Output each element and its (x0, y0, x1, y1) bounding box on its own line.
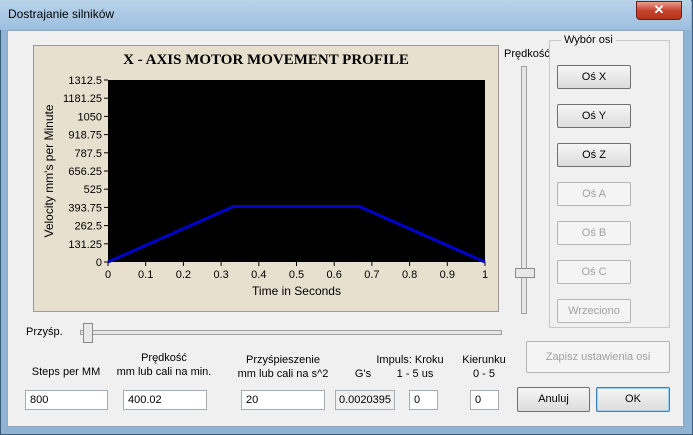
axis-z-button[interactable]: Oś Z (557, 143, 631, 167)
y-tick-label: 0 (96, 257, 102, 269)
direction-range-label: 0 - 5 (472, 368, 495, 380)
accel-unit-label: mm lub cali na s^2 (237, 368, 329, 380)
x-tick-label: 0.4 (251, 269, 266, 281)
y-tick-label: 262.5 (74, 221, 102, 233)
y-tick-label: 1181.25 (63, 93, 102, 105)
y-tick-label: 1312.5 (68, 75, 102, 87)
x-tick-label: 0.7 (364, 269, 379, 281)
motor-profile-chart: 1312.5 1181.25 1050 918.75 787.5 656.25 525 393… (42, 75, 488, 298)
pulse-range-label: 1 - 5 us (396, 368, 434, 380)
y-axis-label: Velocity mm's per Minute (42, 104, 56, 237)
accel-label: Przyśpieszenie (246, 354, 320, 366)
direction-input[interactable]: 0 (470, 390, 499, 410)
y-tick-label: 393.75 (68, 202, 102, 214)
x-tick-label: 0.3 (213, 269, 228, 281)
steps-label: Steps per MM (31, 366, 101, 378)
cancel-button[interactable]: Anuluj (517, 387, 590, 412)
window-title: Dostrajanie silników (8, 7, 115, 21)
pulse-input[interactable]: 0 (409, 390, 438, 410)
gs-value-field: 0.0020395 (335, 390, 395, 410)
x-tick-label: 0.5 (289, 269, 304, 281)
pulse-label: Impuls: Kroku (376, 354, 444, 366)
y-tick-label: 525 (84, 184, 102, 196)
acceleration-input[interactable]: 20 (241, 390, 325, 410)
gs-label: G's (354, 368, 372, 380)
velocity-unit-label: mm lub cali na min. (116, 366, 212, 378)
axis-c-button[interactable]: Oś C (557, 260, 631, 284)
x-tick-label: 0.2 (176, 269, 191, 281)
ok-button[interactable]: OK (596, 387, 670, 412)
direction-label: Kierunku (462, 354, 506, 366)
velocity-label: Prędkość (141, 352, 187, 364)
accel-slider-label: Przyśp. (26, 326, 63, 338)
axis-b-button[interactable]: Oś B (557, 221, 631, 245)
y-tick-label: 131.25 (68, 239, 102, 251)
y-tick-label: 787.5 (74, 148, 102, 160)
axis-y-button[interactable]: Oś Y (557, 104, 631, 128)
accel-slider-thumb[interactable] (83, 323, 93, 343)
x-tick-label: 1 (482, 269, 488, 281)
accel-slider-track[interactable] (80, 330, 502, 335)
speed-slider-label: Prędkość (504, 48, 550, 60)
steps-per-mm-input[interactable]: 800 (25, 390, 108, 410)
axis-a-button[interactable]: Oś A (557, 182, 631, 206)
x-tick-label: 0.9 (440, 269, 455, 281)
y-tick-label: 918.75 (68, 130, 102, 142)
x-axis-label: Time in Seconds (252, 284, 341, 298)
speed-slider-thumb[interactable] (515, 268, 535, 278)
velocity-input[interactable]: 400.02 (123, 390, 207, 410)
spindle-button[interactable]: Wrzeciono (557, 299, 631, 323)
plot-area (108, 80, 485, 262)
save-axis-settings-button[interactable]: Zapisz ustawienia osi (526, 341, 670, 373)
axis-x-button[interactable]: Oś X (557, 65, 631, 89)
x-tick-label: 0.1 (138, 269, 153, 281)
close-button[interactable]: ✕ (636, 1, 682, 20)
x-tick-label: 0.8 (402, 269, 417, 281)
x-tick-label: 0 (105, 269, 111, 281)
y-tick-label: 656.25 (68, 166, 102, 178)
y-tick-label: 1050 (78, 111, 102, 123)
axis-select-group-label: Wybór osi (561, 34, 616, 46)
x-tick-label: 0.6 (327, 269, 342, 281)
